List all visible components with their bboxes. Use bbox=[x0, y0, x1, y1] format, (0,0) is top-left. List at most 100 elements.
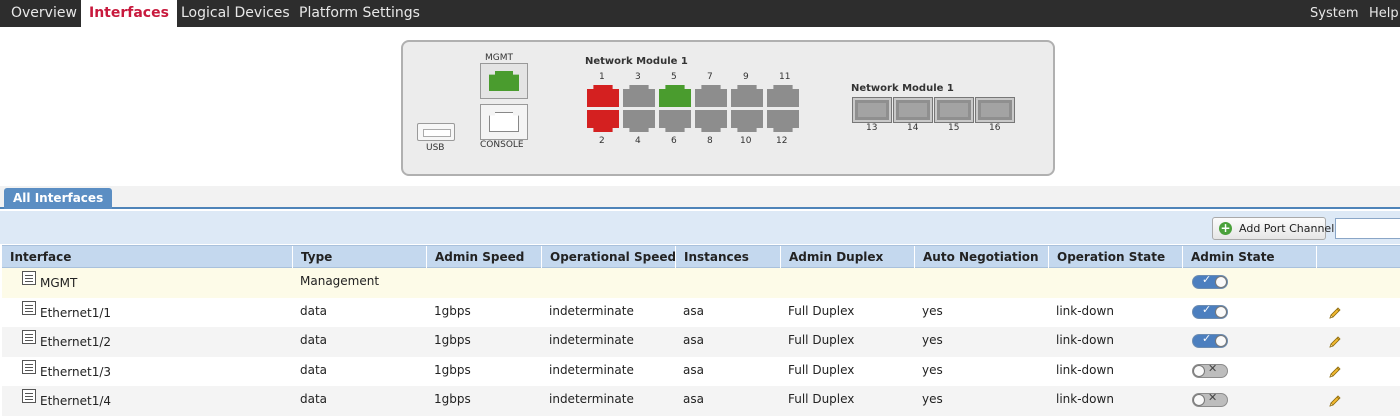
network-module-1-title: Network Module 1 bbox=[585, 56, 688, 67]
mgmt-port-frame[interactable] bbox=[480, 63, 528, 99]
nav-help[interactable]: Help bbox=[1369, 0, 1399, 27]
usb-label: USB bbox=[426, 143, 445, 153]
interface-icon bbox=[22, 389, 36, 403]
table-row[interactable]: Ethernet1/4 data 1gbps indeterminate asa Full… bbox=[2, 386, 1400, 416]
port-number-label: 12 bbox=[776, 136, 788, 146]
port-number-label: 10 bbox=[740, 136, 752, 146]
cell-admin-speed: 1gbps bbox=[434, 333, 471, 347]
admin-state-toggle[interactable]: ✓ bbox=[1192, 332, 1228, 348]
admin-state-toggle[interactable]: ✓ bbox=[1192, 273, 1228, 289]
cell-instances: asa bbox=[683, 303, 704, 318]
column-admin-duplex[interactable]: Admin Duplex bbox=[780, 246, 914, 268]
cell-admin-speed: 1gbps bbox=[434, 362, 471, 377]
port-number-label: 16 bbox=[989, 123, 1001, 133]
column-auto-negotiation[interactable]: Auto Negotiation bbox=[914, 246, 1048, 268]
ethernet-port-12[interactable] bbox=[767, 110, 799, 132]
tab-all-interfaces[interactable]: All Interfaces bbox=[4, 188, 113, 209]
column-admin-state[interactable]: Admin State bbox=[1182, 246, 1316, 268]
cell-operational-speed: indeterminate bbox=[549, 333, 634, 347]
sfp-port-15[interactable] bbox=[934, 97, 974, 123]
cell-admin-duplex: Full Duplex bbox=[788, 362, 855, 377]
nav-system[interactable]: System bbox=[1310, 0, 1358, 27]
admin-state-toggle[interactable]: ✕ bbox=[1192, 391, 1228, 407]
column-type[interactable]: Type bbox=[292, 246, 426, 268]
cell-operational-speed: indeterminate bbox=[549, 362, 634, 377]
cell-auto-negotiation: yes bbox=[922, 392, 943, 406]
interface-icon bbox=[22, 330, 36, 344]
filter-input[interactable] bbox=[1335, 218, 1400, 239]
cell-instances bbox=[675, 268, 683, 298]
table-row[interactable]: MGMT Management ✓ bbox=[2, 268, 1400, 298]
ethernet-port-7[interactable] bbox=[695, 85, 727, 107]
console-port-frame[interactable] bbox=[480, 104, 528, 140]
sfp-port-13[interactable] bbox=[852, 97, 892, 123]
column-operational-speed[interactable]: Operational Speed bbox=[541, 246, 676, 268]
toggle-knob bbox=[1215, 305, 1227, 318]
add-port-channel-button[interactable]: + Add Port Channel bbox=[1212, 217, 1334, 240]
chassis-panel: USB MGMT CONSOLE Network Module 1 Networ… bbox=[401, 40, 1055, 176]
ethernet-port-9[interactable] bbox=[731, 85, 763, 107]
port-number-label: 2 bbox=[599, 136, 605, 146]
column-admin-speed[interactable]: Admin Speed bbox=[426, 246, 541, 268]
check-icon: ✓ bbox=[1202, 273, 1212, 286]
cell-type: Management bbox=[300, 274, 380, 288]
toggle-knob bbox=[1193, 364, 1205, 377]
port-number-label: 13 bbox=[866, 123, 878, 133]
cell-instances: asa bbox=[683, 362, 704, 377]
cell-auto-negotiation bbox=[914, 268, 922, 298]
cell-admin-duplex: Full Duplex bbox=[788, 392, 855, 406]
usb-port[interactable] bbox=[417, 123, 455, 141]
cell-operation-state: link-down bbox=[1056, 392, 1114, 406]
ethernet-port-4[interactable] bbox=[623, 110, 655, 132]
ethernet-port-3[interactable] bbox=[623, 85, 655, 107]
tab-strip: All Interfaces bbox=[0, 186, 1400, 209]
interface-name: Ethernet1/3 bbox=[40, 364, 112, 379]
ethernet-port-8[interactable] bbox=[695, 110, 727, 132]
port-number-label: 11 bbox=[779, 72, 791, 82]
cell-operational-speed bbox=[541, 268, 549, 298]
cell-admin-speed bbox=[426, 268, 434, 298]
edit-pencil-icon[interactable] bbox=[1327, 305, 1343, 321]
table-toolbar: + Add Port Channel bbox=[0, 211, 1400, 244]
interface-icon bbox=[22, 271, 36, 285]
table-row[interactable]: Ethernet1/2 data 1gbps indeterminate asa Full… bbox=[2, 327, 1400, 357]
ethernet-port-1[interactable] bbox=[587, 85, 619, 107]
edit-pencil-icon[interactable] bbox=[1327, 334, 1343, 350]
ethernet-port-10[interactable] bbox=[731, 110, 763, 132]
column-instances[interactable]: Instances bbox=[675, 246, 780, 268]
column-operation-state[interactable]: Operation State bbox=[1048, 246, 1182, 268]
ethernet-port-6[interactable] bbox=[659, 110, 691, 132]
table-row[interactable]: Ethernet1/3 data 1gbps indeterminate asa Full… bbox=[2, 356, 1400, 387]
edit-pencil-icon[interactable] bbox=[1327, 393, 1343, 409]
console-port[interactable] bbox=[489, 112, 519, 132]
admin-state-toggle[interactable]: ✕ bbox=[1192, 362, 1228, 378]
nav-overview[interactable]: Overview bbox=[11, 0, 77, 27]
toggle-knob bbox=[1193, 394, 1205, 406]
check-icon: ✓ bbox=[1202, 302, 1212, 316]
cell-operation-state bbox=[1048, 268, 1056, 298]
cell-type: data bbox=[300, 392, 328, 406]
port-number-label: 9 bbox=[743, 72, 749, 82]
nav-logical-devices[interactable]: Logical Devices bbox=[181, 0, 290, 27]
sfp-port-16[interactable] bbox=[975, 97, 1015, 123]
nav-interfaces[interactable]: Interfaces bbox=[81, 0, 177, 27]
port-number-label: 7 bbox=[707, 72, 713, 82]
column-interface[interactable]: Interface bbox=[2, 246, 292, 268]
interface-name: Ethernet1/1 bbox=[40, 305, 112, 320]
cell-admin-duplex bbox=[780, 268, 788, 298]
admin-state-toggle[interactable]: ✓ bbox=[1192, 302, 1228, 319]
interface-name: Ethernet1/2 bbox=[40, 335, 112, 349]
sfp-port-14[interactable] bbox=[893, 97, 933, 123]
ethernet-port-11[interactable] bbox=[767, 85, 799, 107]
edit-pencil-icon[interactable] bbox=[1327, 364, 1343, 380]
ethernet-port-2[interactable] bbox=[587, 110, 619, 132]
table-row[interactable]: Ethernet1/1 data 1gbps indeterminate asa Full… bbox=[2, 297, 1400, 328]
port-number-label: 4 bbox=[635, 136, 641, 146]
ethernet-port-5[interactable] bbox=[659, 85, 691, 107]
interface-name: Ethernet1/4 bbox=[40, 394, 112, 408]
interface-icon bbox=[22, 359, 36, 374]
toggle-knob bbox=[1215, 276, 1227, 288]
nav-platform-settings[interactable]: Platform Settings bbox=[299, 0, 420, 27]
cell-type: data bbox=[300, 362, 328, 377]
mgmt-port[interactable] bbox=[489, 71, 519, 91]
